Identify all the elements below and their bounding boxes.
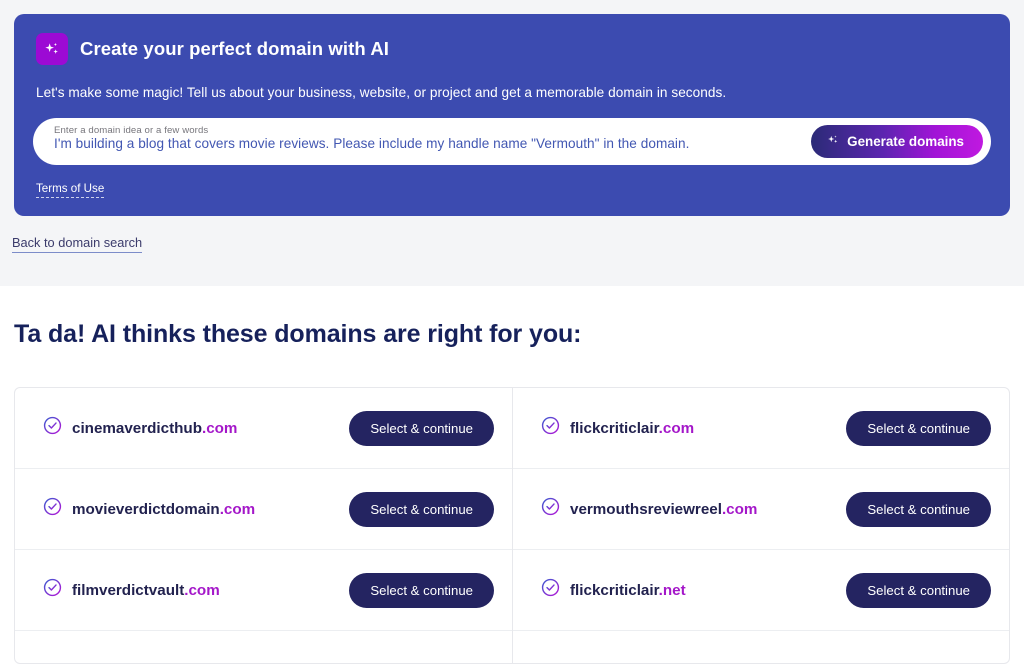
domain-name: flickcriticlair.com [570, 419, 695, 437]
domain-name: flickcriticlair.net [570, 581, 686, 599]
check-circle-icon [43, 578, 62, 602]
domain-name: movieverdictdomain.com [72, 500, 256, 518]
table-row[interactable]: filmverdictvault.com Select & continue [15, 550, 512, 631]
ai-banner-section: Create your perfect domain with AI Let's… [0, 0, 1024, 216]
check-circle-icon [541, 578, 560, 602]
check-circle-icon [541, 416, 560, 440]
banner-subtitle: Let's make some magic! Tell us about you… [36, 85, 727, 100]
domain-name: filmverdictvault.com [72, 581, 220, 599]
terms-of-use-link[interactable]: Terms of Use [36, 182, 105, 198]
back-to-domain-search-link[interactable]: Back to domain search [12, 235, 143, 253]
domain-suggestions-card: cinemaverdicthub.com Select & continue m… [14, 387, 1010, 664]
generate-domains-button[interactable]: Generate domains [811, 125, 983, 158]
select-and-continue-button[interactable]: Select & continue [349, 491, 494, 527]
check-circle-icon [43, 416, 62, 440]
domain-info: flickcriticlair.com [541, 416, 846, 440]
generate-domains-label: Generate domains [847, 134, 964, 149]
table-row[interactable]: movieverdictdomain.com Select & continue [15, 469, 512, 550]
domain-idea-input-value[interactable]: I'm building a blog that covers movie re… [54, 136, 689, 151]
select-and-continue-button[interactable]: Select & continue [846, 572, 991, 608]
domain-info: movieverdictdomain.com [43, 497, 349, 521]
banner-header: Create your perfect domain with AI [36, 30, 988, 68]
select-and-continue-button[interactable]: Select & continue [846, 410, 991, 446]
select-and-continue-button[interactable]: Select & continue [349, 572, 494, 608]
domain-column-left: cinemaverdicthub.com Select & continue m… [15, 388, 512, 663]
domain-info: vermouthsreviewreel.com [541, 497, 846, 521]
banner-title: Create your perfect domain with AI [80, 38, 390, 59]
back-link-row: Back to domain search [0, 216, 1024, 286]
check-circle-icon [43, 497, 62, 521]
results-section: Ta da! AI thinks these domains are right… [0, 286, 1024, 667]
domain-idea-field[interactable]: Enter a domain idea or a few words I'm b… [54, 121, 811, 162]
sparkles-icon [36, 33, 68, 65]
check-circle-icon [541, 497, 560, 521]
table-row[interactable]: flickcriticlair.net Select & continue [513, 550, 1009, 631]
domain-column-right: flickcriticlair.com Select & continue ve… [512, 388, 1009, 663]
table-row[interactable]: vermouthsreviewreel.com Select & continu… [513, 469, 1009, 550]
table-row[interactable]: flickcriticlair.com Select & continue [513, 388, 1009, 469]
table-row[interactable]: cinemaverdicthub.com Select & continue [15, 388, 512, 469]
domain-info: flickcriticlair.net [541, 578, 846, 602]
domain-idea-input-label: Enter a domain idea or a few words [54, 125, 209, 136]
select-and-continue-button[interactable]: Select & continue [846, 491, 991, 527]
domain-name: vermouthsreviewreel.com [570, 500, 758, 518]
domain-info: cinemaverdicthub.com [43, 416, 349, 440]
domain-name: cinemaverdicthub.com [72, 419, 238, 437]
domain-idea-input-pill[interactable]: Enter a domain idea or a few words I'm b… [36, 121, 988, 162]
ai-domain-generator-banner: Create your perfect domain with AI Let's… [14, 14, 1010, 216]
sparkles-icon [826, 133, 840, 150]
results-heading: Ta da! AI thinks these domains are right… [14, 320, 582, 348]
select-and-continue-button[interactable]: Select & continue [349, 410, 494, 446]
domain-info: filmverdictvault.com [43, 578, 349, 602]
